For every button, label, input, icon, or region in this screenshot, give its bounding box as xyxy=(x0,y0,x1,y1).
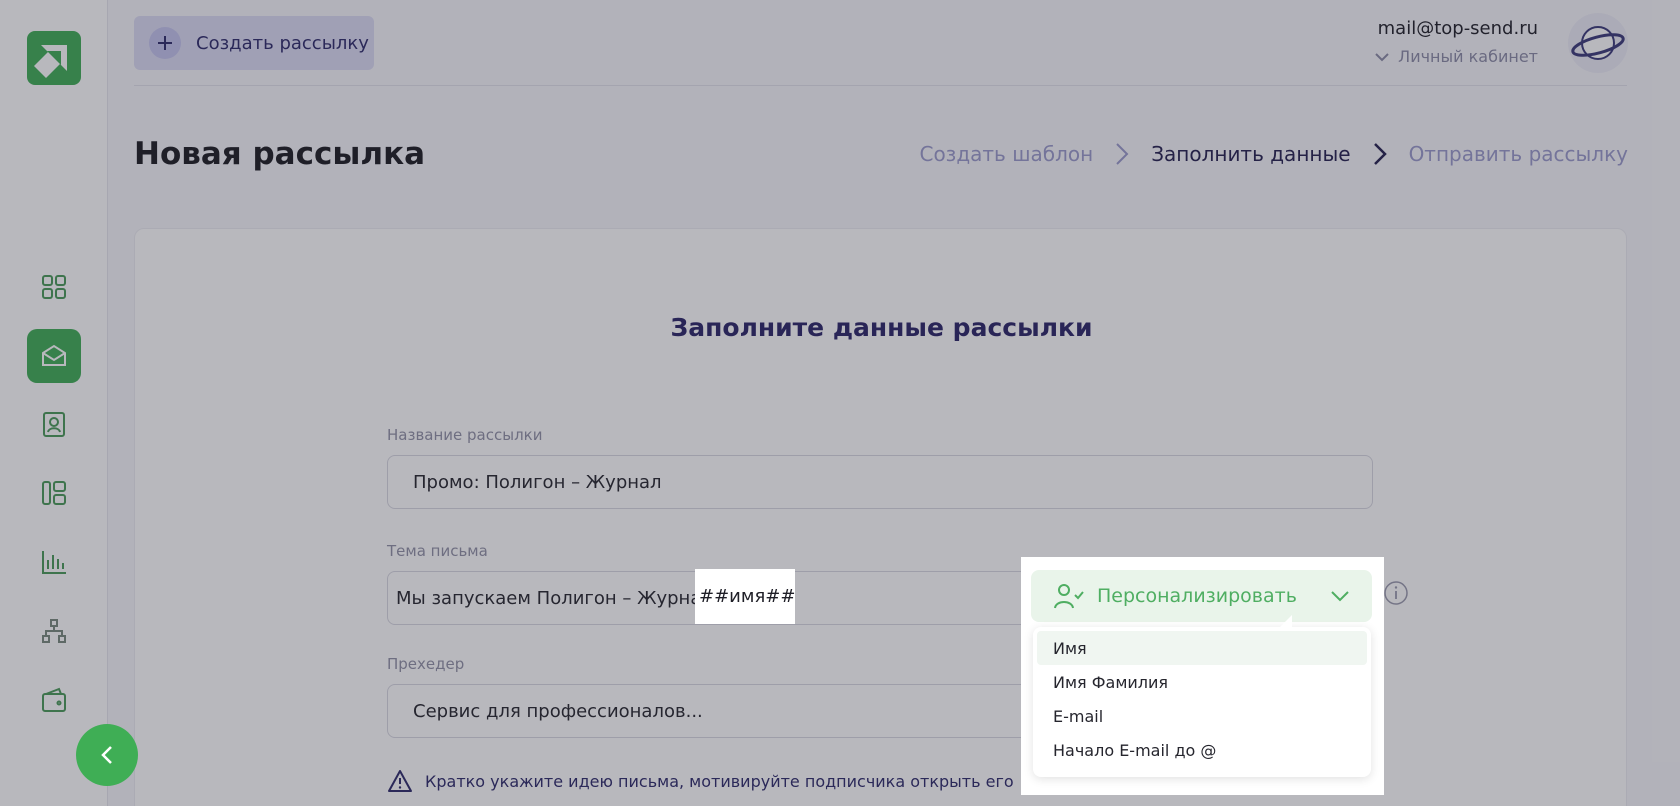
option-email[interactable]: E-mail xyxy=(1037,699,1367,733)
personalize-button[interactable]: Персонализировать xyxy=(1031,570,1372,622)
option-email-prefix[interactable]: Начало E-mail до @ xyxy=(1037,733,1367,767)
chevron-down-icon xyxy=(1331,591,1349,602)
personalize-label: Персонализировать xyxy=(1097,585,1297,607)
onboarding-overlay xyxy=(0,0,1680,806)
dropdown-pointer xyxy=(1280,615,1292,627)
collapse-sidebar-button[interactable] xyxy=(76,724,138,786)
subject-personalization-tag: ##имя## xyxy=(695,569,795,624)
personalize-options: Имя Имя Фамилия E-mail Начало E-mail до … xyxy=(1033,615,1371,777)
chevron-left-icon xyxy=(101,746,112,764)
option-name[interactable]: Имя xyxy=(1037,631,1367,665)
option-name-surname[interactable]: Имя Фамилия xyxy=(1037,665,1367,699)
personalize-panel: Персонализировать Имя Имя Фамилия E-mail… xyxy=(1021,557,1384,795)
subject-tag-value: ##имя## xyxy=(699,586,796,607)
user-check-icon xyxy=(1054,584,1084,609)
